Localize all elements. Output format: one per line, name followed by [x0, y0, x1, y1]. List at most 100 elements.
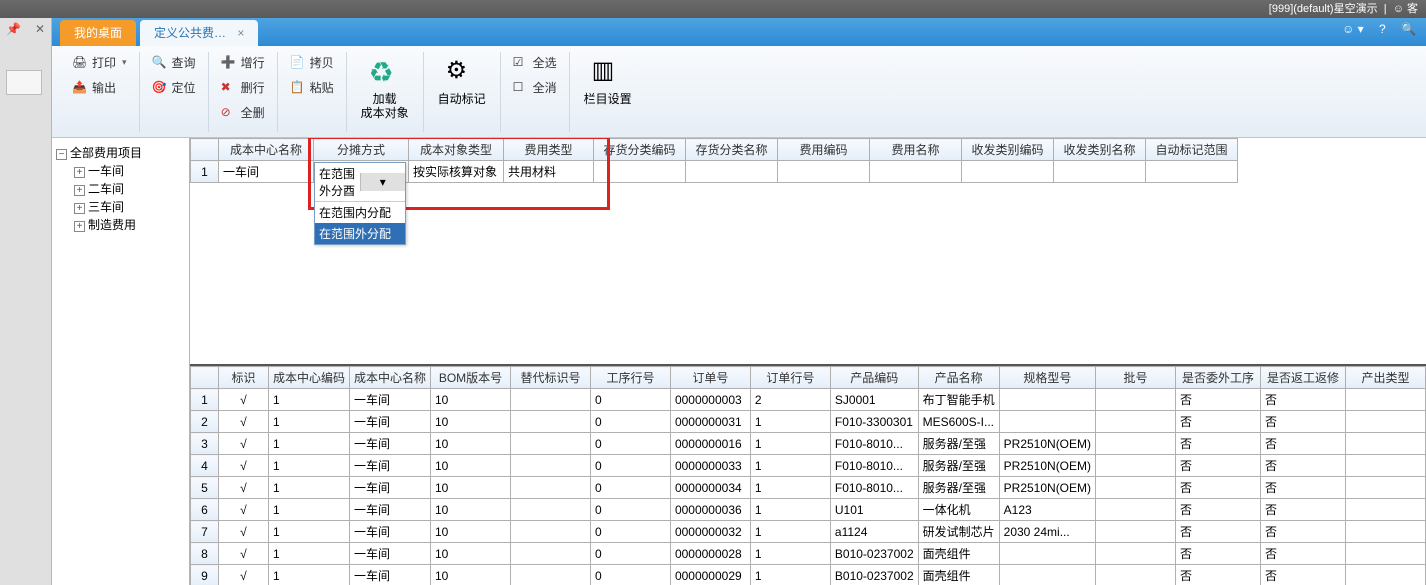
- paste-button[interactable]: 📋粘贴: [286, 77, 338, 98]
- cell-mark[interactable]: √: [218, 455, 268, 477]
- cell-name[interactable]: 一车间: [349, 543, 430, 565]
- cell-rework[interactable]: 否: [1260, 499, 1345, 521]
- cell-alt[interactable]: [510, 411, 590, 433]
- cell-outtype[interactable]: [1345, 433, 1425, 455]
- col-spec[interactable]: 规格型号: [999, 367, 1095, 389]
- cell-lot[interactable]: [1096, 543, 1176, 565]
- col-auto-scope[interactable]: 自动标记范围: [1146, 139, 1238, 161]
- cell-rework[interactable]: 否: [1260, 477, 1345, 499]
- cell-alt[interactable]: [510, 565, 590, 585]
- cell-bom[interactable]: 10: [431, 389, 511, 411]
- tree-expand-icon[interactable]: +: [74, 203, 85, 214]
- cell-alt[interactable]: [510, 455, 590, 477]
- cell-code[interactable]: 1: [268, 455, 349, 477]
- cell-proc[interactable]: 0: [590, 499, 670, 521]
- cell-pcode[interactable]: U101: [830, 499, 918, 521]
- cell-alt[interactable]: [510, 521, 590, 543]
- table-row[interactable]: 7√1一车间10000000000321a1124研发试制芯片2030 24mi…: [191, 521, 1426, 543]
- cell-outtype[interactable]: [1345, 521, 1425, 543]
- cell-rework[interactable]: 否: [1260, 411, 1345, 433]
- cell-line[interactable]: 1: [750, 477, 830, 499]
- table-row[interactable]: 4√1一车间10000000000331F010-8010...服务器/至强PR…: [191, 455, 1426, 477]
- col-order[interactable]: 订单号: [670, 367, 750, 389]
- cell-name[interactable]: 一车间: [349, 455, 430, 477]
- cell-lot[interactable]: [1096, 411, 1176, 433]
- table-row[interactable]: 5√1一车间10000000000341F010-8010...服务器/至强PR…: [191, 477, 1426, 499]
- col-inv-name[interactable]: 存货分类名称: [686, 139, 778, 161]
- cell-order[interactable]: 0000000032: [670, 521, 750, 543]
- cell-proc[interactable]: 0: [590, 521, 670, 543]
- cell-pname[interactable]: 服务器/至强: [918, 455, 999, 477]
- del-row-button[interactable]: ✖删行: [217, 77, 269, 98]
- col-mark[interactable]: 标识: [218, 367, 268, 389]
- cell-spec[interactable]: [999, 389, 1095, 411]
- col-cost-type[interactable]: 费用类型: [504, 139, 594, 161]
- add-row-button[interactable]: ➕增行: [217, 52, 269, 73]
- cell-mark[interactable]: √: [218, 565, 268, 585]
- cell-lot[interactable]: [1096, 477, 1176, 499]
- col-lot[interactable]: 批号: [1096, 367, 1176, 389]
- load-cost-object-button[interactable]: ♻ 加载成本对象: [355, 52, 415, 124]
- cell-outtype[interactable]: [1345, 543, 1425, 565]
- cell-name[interactable]: 一车间: [349, 411, 430, 433]
- col-alt[interactable]: 替代标识号: [510, 367, 590, 389]
- cell-objtype[interactable]: 按实际核算对象: [409, 161, 504, 183]
- cell-rework[interactable]: 否: [1260, 389, 1345, 411]
- cell-proc[interactable]: 0: [590, 477, 670, 499]
- cell-pcode[interactable]: F010-3300301: [830, 411, 918, 433]
- cell-proc[interactable]: 0: [590, 565, 670, 585]
- output-button[interactable]: 📤输出: [68, 77, 131, 98]
- cell-proc[interactable]: 0: [590, 543, 670, 565]
- cell-spec[interactable]: [999, 543, 1095, 565]
- cell-empty[interactable]: [1054, 161, 1146, 183]
- col-bom[interactable]: BOM版本号: [431, 367, 511, 389]
- alloc-method-dropdown[interactable]: 在范围外分酉 ▾ 在范围内分配 在范围外分配: [314, 162, 406, 245]
- cell-pcode[interactable]: SJ0001: [830, 389, 918, 411]
- search-button[interactable]: 🔍查询: [148, 52, 200, 73]
- cell-empty[interactable]: [778, 161, 870, 183]
- cell-name[interactable]: 一车间: [349, 477, 430, 499]
- cell-mark[interactable]: √: [218, 389, 268, 411]
- cell-spec[interactable]: PR2510N(OEM): [999, 477, 1095, 499]
- cell-costtype[interactable]: 共用材料: [504, 161, 594, 183]
- smiley-icon[interactable]: ☺ ▾: [1342, 22, 1364, 36]
- cell-code[interactable]: 1: [268, 521, 349, 543]
- cell-outsrc[interactable]: 否: [1175, 499, 1260, 521]
- cell-proc[interactable]: 0: [590, 433, 670, 455]
- dropdown-option-inside[interactable]: 在范围内分配: [315, 202, 405, 223]
- cell-outsrc[interactable]: 否: [1175, 433, 1260, 455]
- left-rail-collapsed-box[interactable]: [6, 70, 42, 95]
- col-outsrc[interactable]: 是否委外工序: [1175, 367, 1260, 389]
- cell-code[interactable]: 1: [268, 565, 349, 585]
- cell-alt[interactable]: [510, 477, 590, 499]
- cell-lot[interactable]: [1096, 455, 1176, 477]
- dropdown-option-outside[interactable]: 在范围外分配: [315, 223, 405, 244]
- cell-spec[interactable]: [999, 565, 1095, 585]
- cell-order[interactable]: 0000000003: [670, 389, 750, 411]
- cell-spec[interactable]: 2030 24mi...: [999, 521, 1095, 543]
- cell-bom[interactable]: 10: [431, 565, 511, 585]
- col-rework[interactable]: 是否返工返修: [1260, 367, 1345, 389]
- cell-pname[interactable]: 面壳组件: [918, 565, 999, 585]
- cell-outtype[interactable]: [1345, 499, 1425, 521]
- cell-name[interactable]: 一车间: [349, 389, 430, 411]
- cell-pname[interactable]: 服务器/至强: [918, 433, 999, 455]
- col-outtype[interactable]: 产出类型: [1345, 367, 1425, 389]
- cell-pname[interactable]: MES600S-I...: [918, 411, 999, 433]
- cell-pcode[interactable]: a1124: [830, 521, 918, 543]
- dropdown-current[interactable]: 在范围外分酉 ▾: [315, 163, 405, 202]
- cell-line[interactable]: 2: [750, 389, 830, 411]
- tree-item-workshop2[interactable]: +二车间: [74, 180, 185, 198]
- col-fee-name[interactable]: 费用名称: [870, 139, 962, 161]
- cell-line[interactable]: 1: [750, 455, 830, 477]
- cell-empty[interactable]: [962, 161, 1054, 183]
- search-global-icon[interactable]: 🔍: [1401, 22, 1416, 36]
- cell-pcode[interactable]: B010-0237002: [830, 543, 918, 565]
- col-center-name[interactable]: 成本中心名称: [219, 139, 314, 161]
- cell-alt[interactable]: [510, 389, 590, 411]
- col-inv-code[interactable]: 存货分类编码: [594, 139, 686, 161]
- table-row[interactable]: 3√1一车间10000000000161F010-8010...服务器/至强PR…: [191, 433, 1426, 455]
- cell-code[interactable]: 1: [268, 389, 349, 411]
- pin-icon[interactable]: 📌: [6, 22, 21, 36]
- cell-mark[interactable]: √: [218, 433, 268, 455]
